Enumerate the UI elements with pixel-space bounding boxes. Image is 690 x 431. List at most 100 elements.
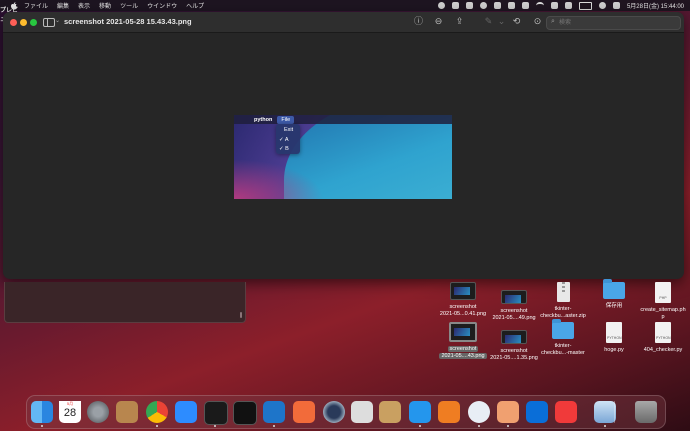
- folder-icon: [552, 319, 574, 339]
- minimize-button[interactable]: [20, 19, 27, 26]
- system-preferences-icon[interactable]: [87, 401, 109, 423]
- menu-window[interactable]: ウインドウ: [147, 1, 177, 10]
- desktop-file[interactable]: PYTHON 404_checker.py: [639, 322, 687, 354]
- markup-chevron-icon[interactable]: ⌄: [496, 16, 507, 27]
- image-file-menu: File: [277, 115, 295, 124]
- sidebar-toggle-icon[interactable]: [43, 18, 55, 27]
- file-label-line2: 2021-05...0.41.png: [439, 310, 487, 317]
- screen-record-icon[interactable]: [437, 2, 445, 9]
- bluetooth-icon[interactable]: [507, 2, 515, 9]
- chevron-down-icon[interactable]: ⌄: [55, 17, 60, 24]
- image-app-label: python: [254, 116, 273, 123]
- screenshot-thumbnail-icon: [501, 290, 527, 304]
- wifi-icon[interactable]: [535, 2, 544, 9]
- file-label-line2: checkbu...-master: [541, 349, 585, 356]
- menu-view[interactable]: 表示: [78, 1, 90, 10]
- file-label-line1: 保存用: [605, 303, 623, 309]
- infinity-icon[interactable]: [526, 401, 548, 423]
- rotate-icon[interactable]: ⟲: [511, 16, 522, 27]
- running-indicator: [604, 425, 606, 427]
- trash-icon[interactable]: [635, 401, 657, 423]
- status-icon-3[interactable]: [493, 2, 501, 9]
- photo-icon[interactable]: [497, 401, 519, 423]
- siri-icon[interactable]: [612, 2, 620, 9]
- preview-window: ⌄ screenshot 2021-05-28 15.43.43.png ⓘ ⊖…: [3, 12, 684, 279]
- zoom-out-icon[interactable]: ⊖: [433, 16, 444, 27]
- calendar-day: 28: [63, 407, 77, 419]
- info-icon[interactable]: ⓘ: [413, 16, 424, 27]
- background-window[interactable]: [4, 282, 246, 323]
- creative-cloud-icon[interactable]: [479, 2, 487, 9]
- running-indicator: [41, 425, 43, 427]
- search-field[interactable]: ⌕: [546, 16, 681, 30]
- menu-bar: プレビュー ファイル 編集 表示 移動 ツール ウインドウ ヘルプ 5月28日(…: [0, 0, 690, 23]
- desktop-file[interactable]: PYTHON hoge.py: [590, 322, 638, 354]
- desktop-file[interactable]: screenshot 2021-05....1.35.png: [490, 322, 538, 361]
- scrollbar[interactable]: [240, 312, 242, 318]
- wallpaper-glow: [234, 159, 324, 199]
- archive-icon[interactable]: [379, 401, 401, 423]
- image-menu-b: ✓ B: [279, 146, 289, 152]
- privacy-icon[interactable]: [468, 401, 490, 423]
- python-file-icon: PYTHON: [655, 322, 671, 343]
- window-title: screenshot 2021-05-28 15.43.43.png: [64, 17, 192, 26]
- menu-edit[interactable]: 編集: [57, 1, 69, 10]
- zip-file-icon: [556, 282, 570, 302]
- file-label-line2: checkbu...aster.zip: [540, 312, 586, 319]
- php-file-icon: PHP: [655, 282, 671, 303]
- status-icon-4[interactable]: [521, 2, 529, 9]
- vscode-icon[interactable]: [263, 401, 285, 423]
- clock-icon[interactable]: [555, 401, 577, 423]
- menu-go[interactable]: 移動: [99, 1, 111, 10]
- dock-separator: [614, 401, 615, 423]
- desktop-file[interactable]: PHP create_sitemap.ph p: [639, 282, 687, 320]
- desktop-file[interactable]: tkinter- checkbu...-master: [539, 319, 587, 356]
- terminal-2-icon[interactable]: [233, 401, 257, 425]
- battery-icon[interactable]: [578, 1, 592, 10]
- desktop-file-selected[interactable]: screenshot 2021-05....43.png: [439, 322, 487, 359]
- desktop-file[interactable]: tkinter- checkbu...aster.zip: [539, 282, 587, 319]
- markup-icon[interactable]: ✎: [483, 16, 494, 27]
- search-input[interactable]: [559, 18, 669, 27]
- contacts-icon[interactable]: [116, 401, 138, 423]
- finder-icon[interactable]: [31, 401, 53, 423]
- desktop-file[interactable]: screenshot 2021-05....49.png: [490, 282, 538, 321]
- chrome-icon[interactable]: [146, 401, 168, 423]
- image-dropdown-menu: Exit ✓ A ✓ B: [276, 124, 300, 154]
- menu-file[interactable]: ファイル: [24, 1, 48, 10]
- running-indicator: [507, 425, 509, 427]
- menubar-clock[interactable]: 5月28日(金) 15:44:00: [627, 1, 684, 10]
- sequel-icon[interactable]: [351, 401, 373, 423]
- zoom-icon[interactable]: [175, 401, 197, 423]
- annotate-icon[interactable]: ⊙: [532, 16, 543, 27]
- sourcetree-icon[interactable]: [438, 401, 460, 423]
- status-icon-1[interactable]: [451, 2, 459, 9]
- docker-icon[interactable]: [409, 401, 431, 423]
- quicktime-icon[interactable]: [323, 401, 345, 423]
- file-label-line2: 2021-05....1.35.png: [490, 354, 538, 361]
- file-label-line2: 2021-05....43.png: [439, 352, 487, 359]
- image-menu-exit: Exit: [284, 127, 294, 133]
- checkmark-icon: ✓: [279, 137, 284, 143]
- share-icon[interactable]: ⇪: [454, 16, 465, 27]
- desktop-file[interactable]: 保存用: [590, 279, 638, 310]
- calendar-icon[interactable]: 5月 28: [59, 401, 81, 423]
- terminal-icon[interactable]: [204, 401, 228, 425]
- close-button[interactable]: [10, 19, 17, 26]
- menu-help[interactable]: ヘルプ: [186, 1, 204, 10]
- zoom-button[interactable]: [30, 19, 37, 26]
- search-spotlight-icon[interactable]: [598, 2, 606, 9]
- file-label-line1: hoge.py: [604, 347, 624, 353]
- image-menu-a: ✓ A: [279, 137, 289, 143]
- image-menu-b-label: B: [285, 146, 289, 152]
- control-center-icon[interactable]: [550, 2, 558, 9]
- displayed-image[interactable]: python File Exit ✓ A ✓ B: [234, 115, 452, 199]
- screenshot-thumbnail-icon: [450, 282, 476, 300]
- desktop-file[interactable]: screenshot 2021-05...0.41.png: [439, 282, 487, 317]
- preview-icon[interactable]: [594, 401, 616, 423]
- status-icon-2[interactable]: [465, 2, 473, 9]
- menu-tools[interactable]: ツール: [120, 1, 138, 10]
- safari-icon[interactable]: [293, 401, 315, 423]
- volume-icon[interactable]: [564, 2, 572, 9]
- file-label-line1: 404_checker.py: [643, 347, 683, 353]
